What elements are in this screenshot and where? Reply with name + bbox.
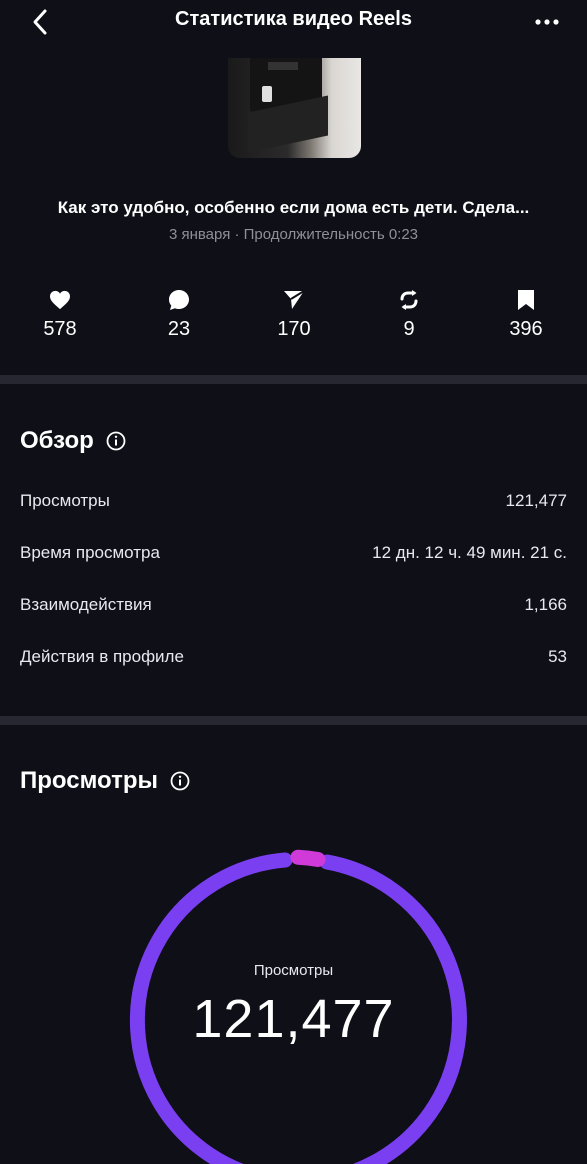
stat-reposts: 9 [369, 288, 449, 341]
saves-count: 396 [509, 318, 543, 340]
video-thumbnail[interactable] [228, 58, 361, 158]
donut-center-label: Просмотры [253, 962, 334, 979]
donut-segment-secondary [290, 849, 326, 867]
views-title: Просмотры [20, 767, 159, 794]
row-label: Просмотры [20, 491, 110, 510]
page-title: Статистика видео Reels [175, 8, 412, 30]
info-icon[interactable] [106, 431, 126, 451]
comments-count: 23 [167, 318, 191, 340]
more-options-button[interactable] [529, 4, 565, 40]
row-label: Действия в профиле [20, 647, 184, 666]
send-icon [284, 290, 305, 309]
overview-heading: Обзор [20, 427, 126, 455]
likes-count: 578 [43, 318, 77, 340]
reels-insights-screen: Статистика видео Reels Как это удобно, о… [0, 0, 587, 1164]
row-value: 12 дн. 12 ч. 49 мин. 21 с. [372, 543, 567, 562]
overview-row-views[interactable]: Просмотры 121,477 [20, 486, 567, 516]
bookmark-icon [518, 290, 534, 310]
stat-saves: 396 [486, 288, 566, 341]
heart-icon [50, 290, 70, 310]
overview-row-interactions[interactable]: Взаимодействия 1,166 [20, 590, 567, 620]
repost-icon [400, 290, 418, 310]
engagement-stats: 578 23 170 9 396 [0, 288, 587, 344]
reposts-count: 9 [403, 318, 415, 340]
section-divider [0, 375, 587, 384]
overview-row-watch-time[interactable]: Время просмотра 12 дн. 12 ч. 49 мин. 21 … [20, 538, 567, 568]
top-bar: Статистика видео Reels [0, 0, 587, 60]
row-value: 121,477 [505, 491, 567, 510]
shares-count: 170 [277, 318, 311, 340]
stat-likes: 578 [20, 288, 100, 341]
info-icon[interactable] [170, 771, 190, 791]
video-meta: 3 января · Продолжительность 0:23 [168, 226, 419, 243]
stat-comments: 23 [139, 288, 219, 341]
overview-row-profile-actions[interactable]: Действия в профиле 53 [20, 642, 567, 672]
row-value: 1,166 [524, 595, 567, 614]
stat-shares: 170 [254, 288, 334, 341]
row-label: Взаимодействия [20, 595, 152, 614]
comment-icon [169, 290, 189, 310]
donut-center-value: 121,477 [192, 989, 395, 1049]
row-value: 53 [548, 647, 567, 666]
section-divider [0, 716, 587, 725]
views-heading: Просмотры [20, 767, 190, 795]
overview-title: Обзор [20, 427, 94, 454]
row-label: Время просмотра [20, 543, 160, 562]
more-icon [535, 19, 559, 25]
video-caption: Как это удобно, особенно если дома есть … [57, 198, 530, 217]
